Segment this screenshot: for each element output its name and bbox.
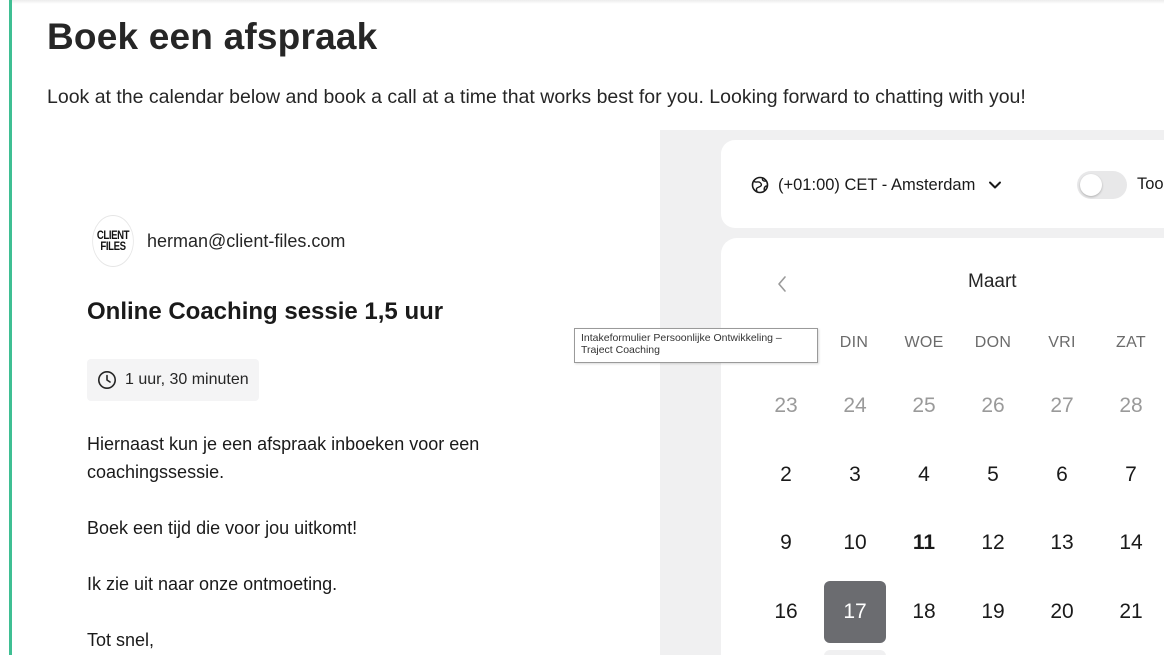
calendar-day[interactable]: 19 xyxy=(962,581,1024,643)
logo-line-2: FILES xyxy=(100,239,126,253)
avatar: CLIENT FILES xyxy=(92,215,134,267)
description-line: coachingssessie. xyxy=(87,462,225,482)
description-line: Hiernaast kun je een afspraak inboeken v… xyxy=(87,434,480,454)
calendar-day-selected[interactable]: 17 xyxy=(824,581,886,643)
timezone-label: (+01:00) CET - Amsterdam xyxy=(778,175,976,194)
weekday-header: DON xyxy=(974,334,1012,351)
tooltip: Intakeformulier Persoonlijke Ontwikkelin… xyxy=(574,328,818,363)
host-info: CLIENT FILES herman@client-files.com xyxy=(87,215,345,267)
description-line: Boek een tijd die voor jou uitkomt! xyxy=(87,518,358,538)
calendar-day: 27 xyxy=(1050,394,1074,417)
calendar-day: 24 xyxy=(843,394,867,417)
accent-bar xyxy=(9,0,12,655)
calendar-day[interactable]: 4 xyxy=(893,444,955,506)
calendar-day[interactable]: 5 xyxy=(962,444,1024,506)
host-email: herman@client-files.com xyxy=(147,230,346,251)
calendar-day[interactable]: 10 xyxy=(824,512,886,574)
calendar-day[interactable]: 14 xyxy=(1100,512,1162,574)
description-line: Tot snel, xyxy=(87,630,155,650)
calendar-day-available[interactable] xyxy=(824,650,886,655)
calendar-day: 26 xyxy=(981,394,1005,417)
toggle-knob xyxy=(1080,174,1102,196)
calendar-day[interactable]: 6 xyxy=(1031,444,1093,506)
timezone-select[interactable]: (+01:00) CET - Amsterdam xyxy=(750,172,1003,198)
prev-month-button[interactable] xyxy=(770,272,794,296)
format-toggle[interactable] xyxy=(1077,171,1127,199)
clock-icon xyxy=(98,371,116,389)
calendar-day[interactable]: 16 xyxy=(755,581,817,643)
calendar-day[interactable]: 21 xyxy=(1100,581,1162,643)
weekday-header: VRI xyxy=(1048,334,1076,351)
calendar-day[interactable]: 7 xyxy=(1100,444,1162,506)
duration-badge: 1 uur, 30 minuten xyxy=(87,359,259,401)
calendar-day: 28 xyxy=(1119,394,1143,417)
weekday-header: ZAT xyxy=(1116,334,1146,351)
calendar-day[interactable]: 13 xyxy=(1031,512,1093,574)
weekday-header: DIN xyxy=(839,334,869,351)
calendar-day[interactable]: 9 xyxy=(755,512,817,574)
calendar-day[interactable]: 20 xyxy=(1031,581,1093,643)
globe-icon xyxy=(751,176,769,194)
calendar-day[interactable]: 3 xyxy=(824,444,886,506)
calendar-day: 23 xyxy=(774,394,798,417)
weekday-header: WOE xyxy=(904,334,944,351)
calendar-day-today[interactable]: 11 xyxy=(893,512,955,574)
calendar-day[interactable]: 18 xyxy=(893,581,955,643)
page-intro: Look at the calendar below and book a ca… xyxy=(47,86,1026,108)
toggle-label: Too xyxy=(1137,175,1164,193)
month-label: Maart xyxy=(968,271,1017,292)
chevron-left-icon xyxy=(778,276,786,292)
calendar-day: 25 xyxy=(912,394,936,417)
chevron-down-icon xyxy=(989,181,1002,189)
top-divider xyxy=(12,0,1164,4)
event-title: Online Coaching sessie 1,5 uur xyxy=(87,298,444,325)
calendar-day[interactable]: 2 xyxy=(755,444,817,506)
page-title: Boek een afspraak xyxy=(47,16,378,57)
calendar-day[interactable]: 12 xyxy=(962,512,1024,574)
booking-page: Boek een afspraak Look at the calendar b… xyxy=(0,0,1164,655)
duration-text: 1 uur, 30 minuten xyxy=(125,371,249,388)
description-line: Ik zie uit naar onze ontmoeting. xyxy=(87,574,338,594)
